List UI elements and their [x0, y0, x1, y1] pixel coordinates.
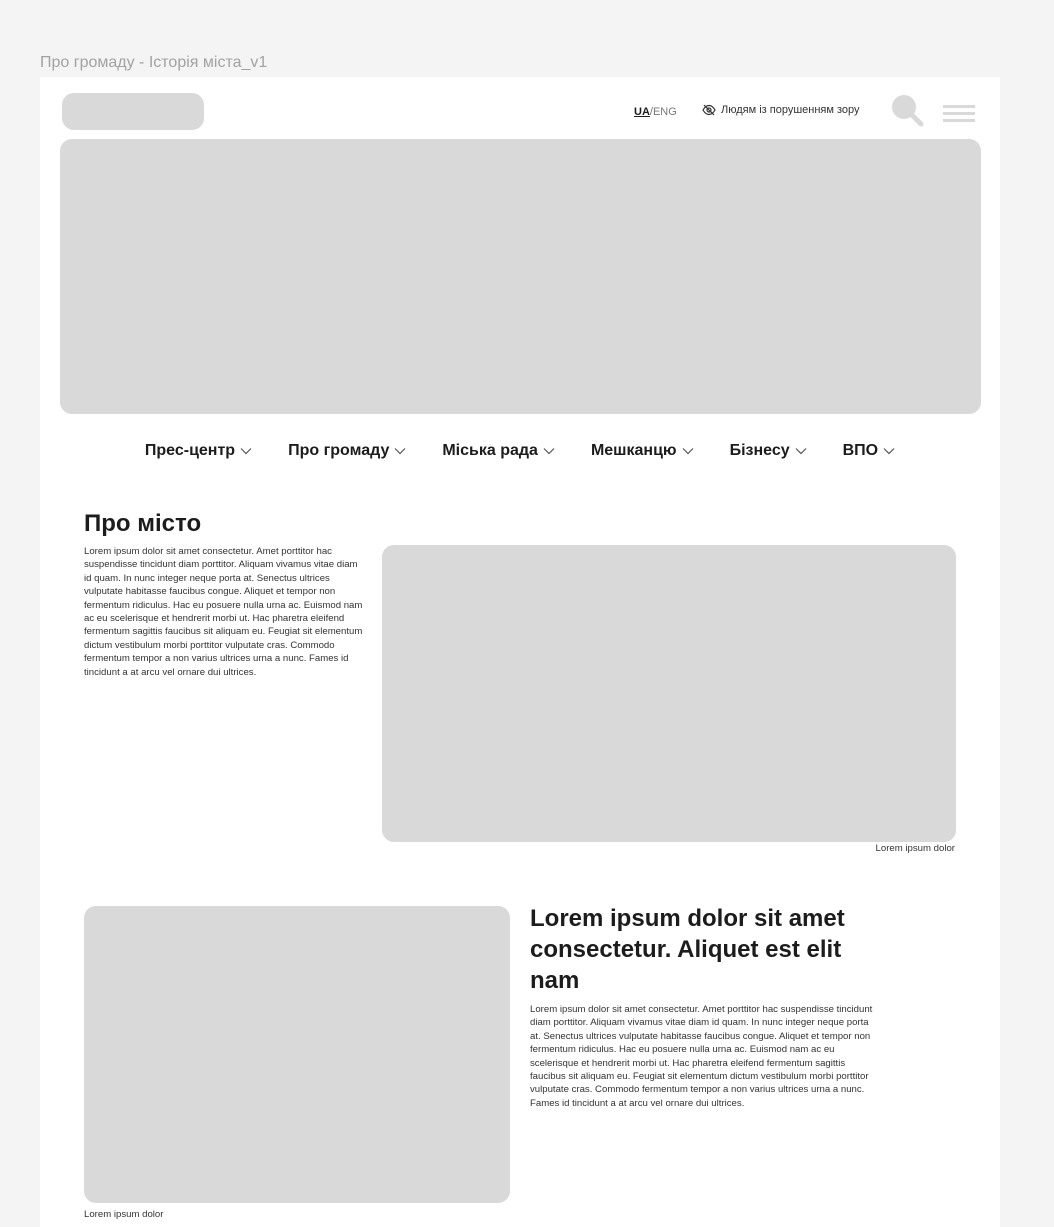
about-image-placeholder	[382, 545, 956, 842]
eye-slash-icon	[702, 104, 716, 116]
page-canvas: UA/ENG Людям із порушенням зору Прес-цен…	[40, 77, 1000, 1227]
nav-item-city-council[interactable]: Міська рада	[442, 442, 555, 460]
chevron-down-icon	[240, 448, 252, 455]
nav-item-about-community[interactable]: Про громаду	[288, 442, 406, 460]
search-icon[interactable]	[890, 93, 926, 134]
article-image-placeholder	[84, 906, 510, 1203]
hero-image-placeholder	[60, 139, 981, 414]
chevron-down-icon	[682, 448, 694, 455]
nav-item-label: Мешканцю	[590, 442, 677, 459]
about-section-text: Lorem ipsum dolor sit amet consectetur. …	[84, 546, 363, 678]
article-title: Lorem ipsum dolor sit amet consectetur. …	[530, 905, 845, 994]
nav-item-label: Бізнесу	[729, 442, 790, 459]
nav-item-label: ВПО	[842, 442, 879, 459]
logo-placeholder[interactable]	[62, 93, 204, 130]
lang-ua-link[interactable]: UA	[634, 106, 650, 118]
about-image-caption: Lorem ipsum dolor	[875, 843, 955, 854]
article-text: Lorem ipsum dolor sit amet consectetur. …	[530, 1004, 873, 1109]
nav-item-business[interactable]: Бізнесу	[730, 442, 807, 460]
lang-eng-link[interactable]: ENG	[653, 106, 677, 118]
nav-item-label: Міська рада	[442, 442, 538, 459]
nav-item-label: Про громаду	[288, 442, 390, 459]
frame-title: Про громаду - Історія міста_v1	[40, 54, 268, 71]
nav-item-residents[interactable]: Мешканцю	[591, 442, 694, 460]
chevron-down-icon	[883, 448, 895, 455]
accessibility-label: Людям із порушенням зору	[721, 104, 860, 116]
nav-item-idp[interactable]: ВПО	[843, 442, 896, 460]
nav-item-press-center[interactable]: Прес-центр	[145, 442, 252, 460]
accessibility-toggle[interactable]: Людям із порушенням зору	[702, 104, 860, 116]
chevron-down-icon	[795, 448, 807, 455]
nav-item-label: Прес-центр	[144, 442, 236, 459]
main-navigation: Прес-центр Про громаду Міська рада Мешка…	[40, 442, 1000, 460]
language-switcher: UA/ENG	[634, 106, 677, 118]
hamburger-menu-icon[interactable]	[943, 104, 975, 129]
article-image-caption: Lorem ipsum dolor	[84, 1209, 164, 1220]
about-section-title: Про місто	[84, 510, 202, 537]
chevron-down-icon	[543, 448, 555, 455]
chevron-down-icon	[394, 448, 406, 455]
